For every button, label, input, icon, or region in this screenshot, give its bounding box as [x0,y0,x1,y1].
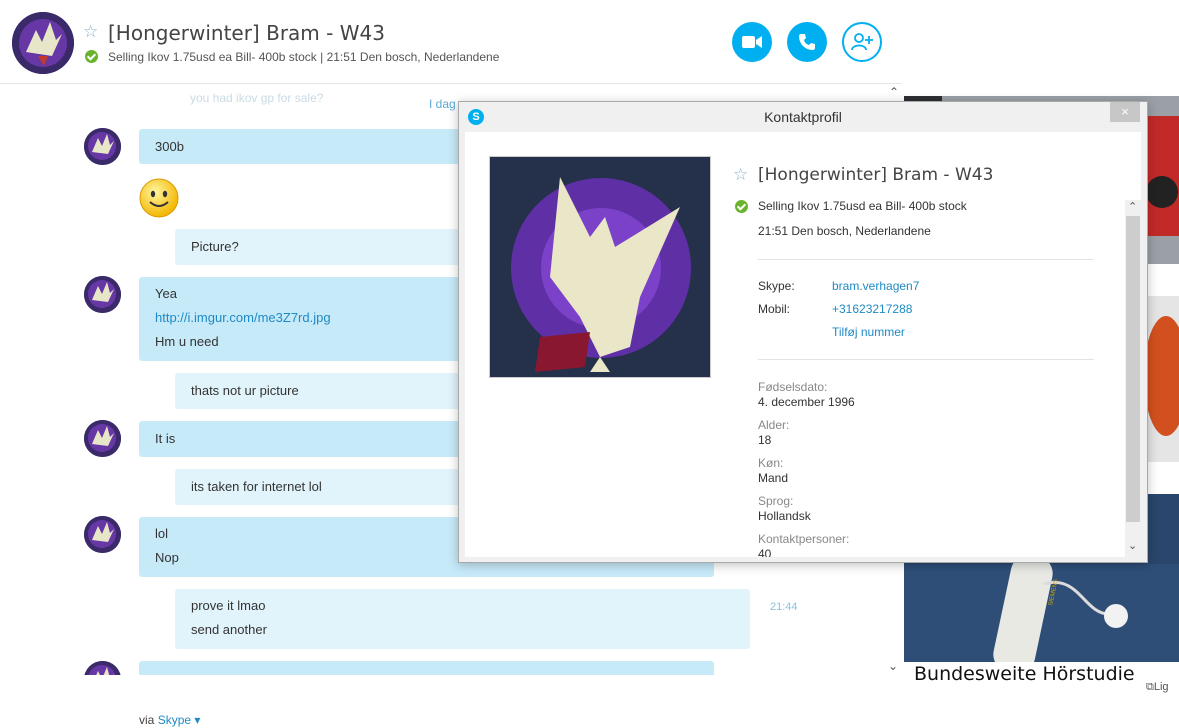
mobile-value[interactable]: +31623217288 [832,302,912,316]
video-call-button[interactable] [732,22,772,62]
add-person-icon [851,33,873,51]
favorite-star-icon[interactable]: ☆ [83,22,98,42]
add-number-link[interactable]: Tilføj nummer [832,325,905,339]
pigeot-avatar-image [12,12,74,74]
scroll-down-icon[interactable]: ⌄ [1128,539,1137,552]
profile-scrollbar-thumb[interactable] [1126,216,1140,522]
age-label: Alder: [758,418,790,432]
profile-content: ☆ [Hongerwinter] Bram - W43 Selling Ikov… [465,132,1141,557]
gender-label: Køn: [758,456,784,470]
add-participant-button[interactable] [842,22,882,62]
online-status-icon [85,50,98,63]
profile-mood: Selling Ikov 1.75usd ea Bill- 400b stock [758,199,967,213]
favorite-star-icon[interactable]: ☆ [733,165,748,185]
ad-corner-label[interactable]: ⧉Lig [1146,681,1169,694]
message-text: prove it lmao [191,598,266,613]
conversation-header: ☆ [Hongerwinter] Bram - W43 Selling Ikov… [0,0,902,84]
audio-call-button[interactable] [787,22,827,62]
dialog-title: Kontaktprofil [764,109,842,125]
smile-emoticon-icon [139,178,179,218]
gender-value: Mand [758,471,789,485]
contact-name: [Hongerwinter] Bram - W43 [108,21,385,45]
sender-avatar[interactable] [84,420,121,457]
skype-link[interactable]: Skype [158,713,191,727]
sender-avatar[interactable] [84,516,121,553]
contacts-label: Kontaktpersoner: [758,532,850,546]
via-skype-label: via Skype ▾ [139,713,200,727]
divider [758,259,1094,260]
birthday-label: Fødselsdato: [758,380,828,394]
faded-message: you had ikov gp for sale? [190,91,324,105]
profile-picture [489,156,711,378]
ad-corner-text: Lig [1153,681,1169,693]
message-bubble-incoming[interactable] [139,661,714,675]
skype-id-label: Skype: [758,279,795,293]
date-marker: I dag [429,97,456,111]
sender-avatar[interactable] [84,276,121,313]
contact-mood: Selling Ikov 1.75usd ea Bill- 400b stock… [108,50,500,64]
phone-icon [799,34,815,50]
profile-location: 21:51 Den bosch, Nederlandene [758,224,931,238]
via-text: via [139,713,155,727]
message-bubble-outgoing[interactable]: prove it lmao send another [175,589,750,649]
message-text: send another [191,622,267,637]
ad-info-icon: ⧉ [1146,681,1154,693]
online-status-icon [735,200,748,213]
ad-headline[interactable]: Bundesweite Hörstudie [914,663,1135,685]
scroll-up-icon[interactable]: ⌃ [1128,200,1137,213]
language-value: Hollandsk [758,509,811,523]
close-button[interactable]: × [1110,102,1140,122]
mobile-label: Mobil: [758,302,791,316]
birthday-value: 4. december 1996 [758,395,855,409]
message-timestamp: 21:44 [770,601,798,613]
caret-down-icon[interactable]: ▾ [191,713,200,727]
chat-scroll-down-icon[interactable]: ⌄ [888,659,898,673]
sender-avatar[interactable] [84,661,121,675]
age-value: 18 [758,433,772,447]
chat-scroll-up-icon[interactable]: ⌃ [889,85,899,99]
language-label: Sprog: [758,494,794,508]
video-camera-icon [742,36,762,48]
contacts-value: 40 [758,547,772,557]
contact-profile-dialog: S Kontaktprofil × ☆ [Hongerwinter] Bram … [458,101,1148,563]
divider [758,359,1094,360]
pigeot-profile-image [490,157,710,377]
contact-avatar[interactable] [12,12,74,74]
sender-avatar[interactable] [84,128,121,165]
profile-name: [Hongerwinter] Bram - W43 [758,165,994,185]
skype-id-value[interactable]: bram.verhagen7 [832,279,919,293]
